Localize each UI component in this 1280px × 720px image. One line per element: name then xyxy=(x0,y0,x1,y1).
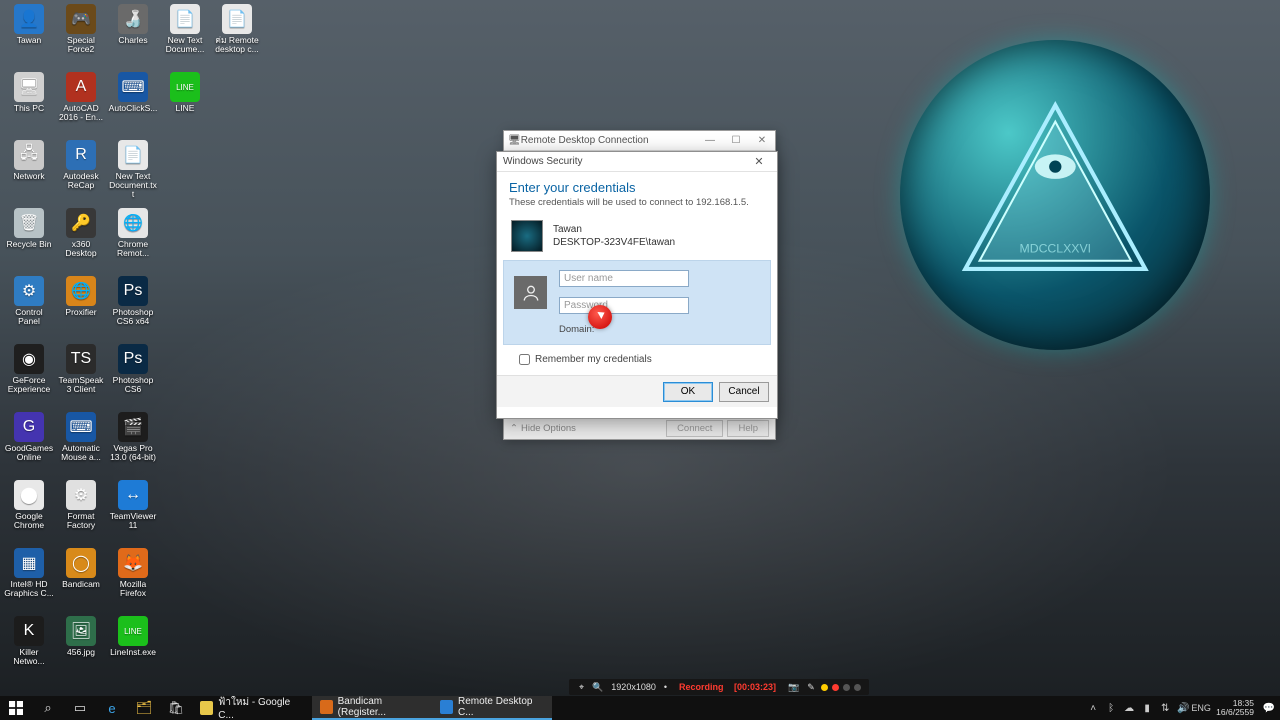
taskbar-task[interactable]: Bandicam (Register... xyxy=(312,696,432,720)
system-tray: ˄ ᛒ ☁ ▮ ⇅ 🔊 ENG 18:3516/6/2559 💬 xyxy=(1082,696,1280,720)
taskview-button[interactable]: ▭ xyxy=(64,696,96,720)
desktop-icon[interactable]: 📄New Text Document.txt xyxy=(108,140,158,206)
desktop-icon[interactable]: KKiller Netwo... xyxy=(4,616,54,682)
desktop-icon[interactable]: ▦Intel® HD Graphics C... xyxy=(4,548,54,614)
dialog-heading: Enter your credentials xyxy=(509,180,765,195)
camera-icon: 📷 xyxy=(788,682,799,693)
volume-icon[interactable]: 🔊 xyxy=(1174,696,1192,720)
start-button[interactable] xyxy=(0,696,32,720)
desktop-icon[interactable]: 👤Tawan xyxy=(4,4,54,70)
dot-icon xyxy=(843,684,850,691)
desktop-icon[interactable]: LINELINE xyxy=(160,72,210,138)
account-name: Tawan xyxy=(553,223,675,237)
desktop-icon[interactable]: PsPhotoshop CS6 xyxy=(108,344,158,410)
desktop-icon[interactable]: LINELineInst.exe xyxy=(108,616,158,682)
search-icon: 🔍 xyxy=(592,682,603,693)
desktop-icon[interactable]: ↔TeamViewer 11 xyxy=(108,480,158,546)
desktop-icon[interactable]: GGoodGames Online xyxy=(4,412,54,478)
desktop-icon[interactable]: ◯Bandicam xyxy=(56,548,106,614)
desktop-icon[interactable]: ⚙Format Factory xyxy=(56,480,106,546)
desktop-icon[interactable]: 🦊Mozilla Firefox xyxy=(108,548,158,614)
desktop-icon[interactable]: ⌨AutoClickS... xyxy=(108,72,158,138)
close-icon[interactable]: ✕ xyxy=(747,154,771,170)
domain-label: Domain: xyxy=(559,324,760,335)
dot-icon xyxy=(854,684,861,691)
battery-icon[interactable]: ▮ xyxy=(1138,696,1156,720)
connect-button[interactable]: Connect xyxy=(666,420,723,437)
store-icon[interactable]: 🛍 xyxy=(160,696,192,720)
desktop-icon[interactable]: 🎮Special Force2 xyxy=(56,4,106,70)
computer-icon: 🖥 xyxy=(508,135,521,146)
account-domain: DESKTOP-323V4FE\tawan xyxy=(553,236,675,250)
wallpaper-emblem: MDCCLXXVI xyxy=(900,40,1210,350)
desktop-icon[interactable]: 📄ค่ม Remote desktop c... xyxy=(212,4,262,70)
action-center-icon[interactable]: 💬 xyxy=(1260,696,1278,720)
desktop-icon[interactable]: 🎬Vegas Pro 13.0 (64-bit) xyxy=(108,412,158,478)
chevron-up-icon: ⌃ xyxy=(510,423,518,434)
bandicam-overlay: ⌖ 🔍 1920x1080 • Recording [00:03:23] 📷 ✎ xyxy=(569,679,869,695)
bluetooth-icon[interactable]: ᛒ xyxy=(1102,696,1120,720)
svg-text:MDCCLXXVI: MDCCLXXVI xyxy=(1019,241,1091,255)
taskbar: ⌕ ▭ e 🗂 🛍 ฟ้าใหม่ - Google C...Bandicam … xyxy=(0,696,1280,720)
desktop-icon[interactable]: 🍶Charles xyxy=(108,4,158,70)
target-icon: ⌖ xyxy=(579,682,584,693)
password-input[interactable] xyxy=(559,297,689,314)
new-account-pane: Domain: xyxy=(503,260,771,345)
desktop-icon[interactable]: 🖼456.jpg xyxy=(56,616,106,682)
close-button[interactable]: ✕ xyxy=(749,132,775,150)
dot-icon xyxy=(821,684,828,691)
taskbar-task[interactable]: Remote Desktop C... xyxy=(432,696,552,720)
rdc-title: Remote Desktop Connection xyxy=(521,135,649,146)
taskbar-task[interactable]: ฟ้าใหม่ - Google C... xyxy=(192,696,312,720)
cancel-button[interactable]: Cancel xyxy=(719,382,769,402)
language-indicator[interactable]: ENG xyxy=(1192,696,1210,720)
windows-security-dialog: Windows Security ✕ Enter your credential… xyxy=(496,151,778,419)
minimize-button[interactable]: — xyxy=(697,132,723,150)
network-icon[interactable]: ⇅ xyxy=(1156,696,1174,720)
desktop-icon-grid: 👤Tawan🎮Special Force2🍶Charles📄New Text D… xyxy=(4,4,262,682)
desktop-icon[interactable]: 🖧Network xyxy=(4,140,54,206)
tray-chevron-icon[interactable]: ˄ xyxy=(1084,696,1102,720)
desktop-icon[interactable]: 🌐Proxifier xyxy=(56,276,106,342)
rdc-titlebar[interactable]: 🖥 Remote Desktop Connection — ☐ ✕ xyxy=(504,131,775,151)
maximize-button[interactable]: ☐ xyxy=(723,132,749,150)
avatar xyxy=(511,220,543,252)
username-input[interactable] xyxy=(559,270,689,287)
dialog-subtext: These credentials will be used to connec… xyxy=(509,197,765,208)
onedrive-icon[interactable]: ☁ xyxy=(1120,696,1138,720)
dot-icon xyxy=(832,684,839,691)
desktop-icon[interactable]: 🖥This PC xyxy=(4,72,54,138)
remember-checkbox[interactable] xyxy=(519,354,530,365)
search-button[interactable]: ⌕ xyxy=(32,696,64,720)
click-indicator xyxy=(588,305,612,329)
desktop-icon[interactable]: ⬤Google Chrome xyxy=(4,480,54,546)
saved-account-row[interactable]: Tawan DESKTOP-323V4FE\tawan xyxy=(509,216,765,260)
desktop-icon[interactable]: 🗑Recycle Bin xyxy=(4,208,54,274)
edge-icon[interactable]: e xyxy=(96,696,128,720)
ok-button[interactable]: OK xyxy=(663,382,713,402)
desktop-icon[interactable]: 🔑x360 Desktop xyxy=(56,208,106,274)
desktop-icon[interactable]: AAutoCAD 2016 - En... xyxy=(56,72,106,138)
desktop-icon[interactable]: 📄New Text Docume... xyxy=(160,4,210,70)
hide-options-toggle[interactable]: ⌃ Hide Options xyxy=(510,423,576,434)
clock[interactable]: 18:3516/6/2559 xyxy=(1210,699,1260,718)
desktop-icon[interactable]: ⌨Automatic Mouse a... xyxy=(56,412,106,478)
desktop-icon[interactable]: ◉GeForce Experience xyxy=(4,344,54,410)
resolution: 1920x1080 xyxy=(611,682,656,692)
user-icon xyxy=(514,276,547,309)
dialog-title: Windows Security xyxy=(503,156,582,167)
desktop-icon[interactable]: PsPhotoshop CS6 x64 xyxy=(108,276,158,342)
desktop-icon[interactable]: TSTeamSpeak 3 Client xyxy=(56,344,106,410)
help-button[interactable]: Help xyxy=(727,420,769,437)
explorer-icon[interactable]: 🗂 xyxy=(128,696,160,720)
dialog-titlebar[interactable]: Windows Security ✕ xyxy=(497,152,777,172)
desktop: MDCCLXXVI 👤Tawan🎮Special Force2🍶Charles📄… xyxy=(0,0,1280,720)
pencil-icon: ✎ xyxy=(807,682,815,693)
desktop-icon[interactable]: 🌐Chrome Remot... xyxy=(108,208,158,274)
desktop-icon[interactable]: ⚙Control Panel xyxy=(4,276,54,342)
rdc-footer: ⌃ Hide Options Connect Help xyxy=(504,417,775,439)
remember-credentials[interactable]: Remember my credentials xyxy=(519,354,765,365)
desktop-icon[interactable]: RAutodesk ReCap xyxy=(56,140,106,206)
